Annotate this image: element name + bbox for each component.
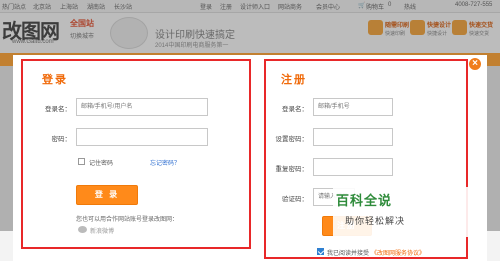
login-username-input[interactable]	[76, 98, 208, 116]
login-panel: 登录 登录名： 密码： 记住密码 忘记密码？ 登 录 您也可以用合作网站账号登录…	[21, 59, 251, 249]
register-title: 注册	[281, 74, 307, 86]
agree-terms-checkbox[interactable]	[317, 248, 324, 255]
register-username-label: 登录名：	[282, 106, 308, 113]
register-confirm-input[interactable]	[313, 158, 393, 176]
login-title: 登录	[42, 74, 68, 86]
register-confirm-label: 重复密码：	[275, 166, 309, 173]
register-password-input[interactable]	[313, 128, 393, 146]
register-username-input[interactable]	[313, 98, 393, 116]
register-captcha-label: 验证码：	[282, 196, 308, 203]
third-party-login-text: 您也可以用合作网站账号登录改图网：	[76, 217, 179, 223]
login-password-label: 密码：	[51, 136, 72, 143]
weibo-login-link[interactable]: 新浪微博	[90, 226, 114, 235]
weibo-icon[interactable]	[78, 226, 87, 233]
login-button[interactable]: 登 录	[76, 185, 138, 205]
close-icon[interactable]: ×	[468, 57, 482, 71]
login-password-input[interactable]	[76, 128, 208, 146]
login-username-label: 登录名：	[45, 106, 71, 113]
remember-password-label: 记住密码	[89, 161, 114, 167]
watermark-tagline: 助你轻松解决	[345, 216, 406, 226]
forgot-password-link[interactable]: 忘记密码？	[150, 158, 180, 167]
register-password-label: 设置密码：	[275, 136, 309, 143]
service-agreement-link[interactable]: 《改图网服务协议》	[371, 248, 425, 257]
remember-password-checkbox[interactable]	[78, 158, 85, 165]
agree-terms-text: 我已阅读并接受	[327, 251, 370, 257]
watermark-logo: 百科全说	[336, 193, 393, 208]
